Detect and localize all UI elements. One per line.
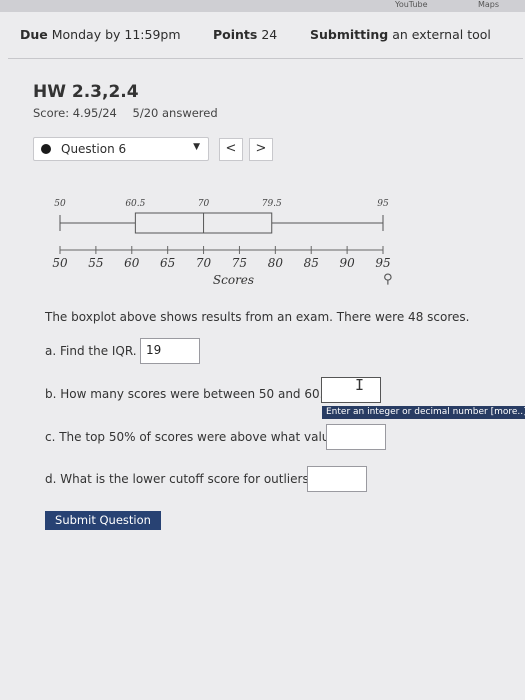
assignment-meta: Due Monday by 11:59pm Points 24 Submitti… bbox=[0, 27, 525, 49]
answer-b-input[interactable] bbox=[321, 377, 381, 403]
due-value: Monday by 11:59pm bbox=[51, 27, 181, 42]
due-info: Due Monday by 11:59pm bbox=[20, 27, 181, 42]
value-label-3: 79.5 bbox=[262, 199, 282, 209]
value-label-4: 95 bbox=[377, 199, 389, 209]
due-label: Due bbox=[20, 27, 48, 42]
maps-bookmark[interactable]: Maps bbox=[478, 0, 499, 9]
x-tick-label: 75 bbox=[232, 256, 247, 270]
x-tick-label: 85 bbox=[304, 256, 319, 270]
value-label-2: 70 bbox=[198, 199, 210, 209]
question-b-label: b. How many scores were between 50 and 6… bbox=[45, 387, 338, 401]
zoom-magnifier-icon[interactable]: ⚲ bbox=[383, 272, 393, 287]
x-tick-label: 65 bbox=[160, 256, 175, 270]
points-label: Points bbox=[213, 27, 258, 42]
boxplot-chart: 50 60.5 70 79.5 95 50 55 60 65 70 75 80 85 90 95 Scor… bbox=[52, 199, 390, 287]
submitting-info: Submitting an external tool bbox=[310, 27, 491, 42]
submitting-label: Submitting bbox=[310, 27, 389, 42]
problem-prompt: The boxplot above shows results from an … bbox=[45, 310, 470, 324]
submit-question-button[interactable]: Submit Question bbox=[45, 511, 161, 530]
question-a-label: a. Find the IQR. bbox=[45, 344, 137, 358]
chevron-down-icon: ▼ bbox=[193, 142, 200, 152]
question-select-label: Question 6 bbox=[61, 142, 127, 156]
question-select[interactable]: Question 6 ▼ bbox=[33, 137, 209, 161]
points-info: Points 24 bbox=[213, 27, 277, 42]
answer-a-input[interactable]: 19 bbox=[140, 338, 200, 364]
homework-title: HW 2.3,2.4 bbox=[33, 82, 139, 102]
input-hint-tooltip: Enter an integer or decimal number [more… bbox=[322, 406, 525, 419]
value-label-1: 60.5 bbox=[125, 199, 145, 209]
question-status-dot-icon bbox=[41, 144, 51, 154]
points-value: 24 bbox=[261, 27, 278, 42]
value-label-0: 50 bbox=[54, 199, 66, 209]
youtube-bookmark[interactable]: YouTube bbox=[395, 0, 428, 9]
x-tick-label: 90 bbox=[339, 256, 355, 270]
x-tick-label: 95 bbox=[375, 256, 390, 270]
text-cursor-icon: I bbox=[355, 376, 365, 394]
x-tick-label: 55 bbox=[88, 256, 103, 270]
x-tick-label: 50 bbox=[52, 256, 68, 270]
question-d-label: d. What is the lower cutoff score for ou… bbox=[45, 472, 316, 486]
answer-d-input[interactable] bbox=[307, 466, 367, 492]
next-question-button[interactable]: > bbox=[249, 138, 273, 161]
score-text: Score: 4.95/24 bbox=[33, 106, 117, 120]
x-tick-label: 70 bbox=[196, 256, 212, 270]
x-tick-label: 80 bbox=[268, 256, 284, 270]
previous-question-button[interactable]: < bbox=[219, 138, 243, 161]
browser-bookmarks-bar: YouTube Maps bbox=[0, 0, 525, 12]
answer-c-input[interactable] bbox=[326, 424, 386, 450]
answered-count: 5/20 answered bbox=[132, 106, 218, 120]
score-line: Score: 4.95/24 5/20 answered bbox=[33, 106, 230, 120]
x-axis-label: Scores bbox=[213, 273, 254, 287]
header-divider bbox=[8, 58, 523, 59]
submitting-value: an external tool bbox=[392, 27, 491, 42]
x-tick-label: 60 bbox=[124, 256, 140, 270]
question-c-label: c. The top 50% of scores were above what… bbox=[45, 430, 344, 444]
